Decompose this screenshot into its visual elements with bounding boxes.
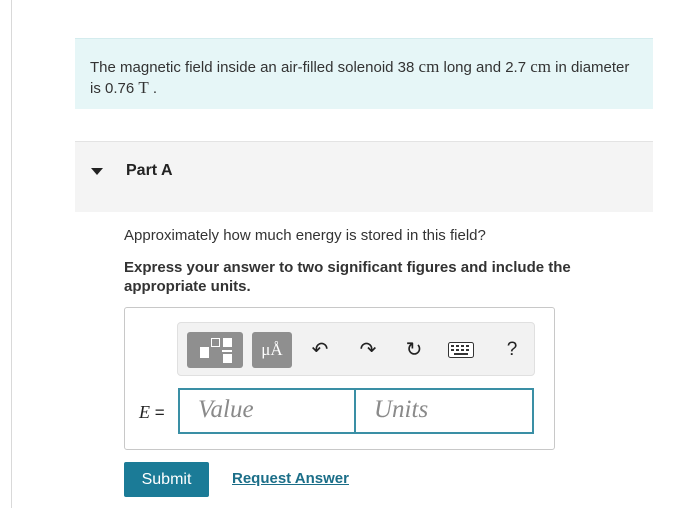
- units-icon: μÅ: [261, 340, 283, 359]
- problem-text: The magnetic field inside an air-filled …: [90, 59, 419, 76]
- submit-button[interactable]: Submit: [124, 462, 209, 497]
- left-divider: [11, 0, 12, 508]
- reset-button[interactable]: ↻: [400, 332, 428, 368]
- help-icon: ?: [506, 339, 518, 360]
- keyboard-icon: [448, 342, 474, 358]
- keyboard-button[interactable]: [446, 332, 476, 368]
- part-title: Part A: [126, 162, 173, 179]
- redo-icon: ↷: [359, 339, 377, 361]
- answer-instruction: Express your answer to two significant f…: [124, 259, 571, 295]
- problem-statement: The magnetic field inside an air-filled …: [75, 38, 653, 109]
- math-toolbar: μÅ ↶ ↷ ↻ ?: [177, 322, 535, 376]
- unit-cm: cm: [418, 57, 440, 76]
- help-button[interactable]: ?: [498, 332, 526, 368]
- unit-tesla: T: [138, 78, 149, 97]
- redo-button[interactable]: ↷: [354, 332, 382, 368]
- units-input[interactable]: Units: [354, 388, 534, 434]
- value-input[interactable]: Value: [178, 388, 356, 434]
- units-button[interactable]: μÅ: [252, 332, 292, 368]
- unit-cm: cm: [530, 57, 552, 76]
- collapse-caret-icon[interactable]: [91, 168, 103, 175]
- undo-icon: ↶: [311, 339, 329, 361]
- variable-symbol: E: [139, 402, 150, 422]
- problem-text: long and 2.7: [439, 59, 531, 76]
- problem-text: .: [148, 80, 158, 97]
- answer-variable-label: E =: [139, 402, 165, 423]
- reset-icon: ↻: [405, 339, 423, 361]
- undo-button[interactable]: ↶: [306, 332, 334, 368]
- equals-sign: =: [150, 403, 165, 422]
- templates-button[interactable]: [187, 332, 243, 368]
- part-a-header[interactable]: Part A: [75, 141, 653, 212]
- answer-box: μÅ ↶ ↷ ↻ ? E = Value Units: [124, 307, 555, 450]
- request-answer-link[interactable]: Request Answer: [232, 470, 349, 487]
- question-prompt: Approximately how much energy is stored …: [124, 227, 486, 244]
